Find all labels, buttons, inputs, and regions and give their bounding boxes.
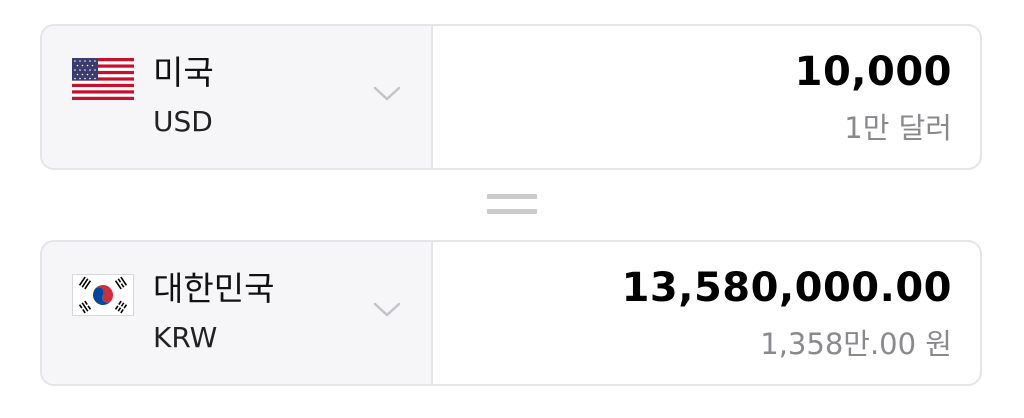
- target-currency-code: KRW: [153, 321, 218, 354]
- target-currency-selector[interactable]: 대한민국 KRW: [42, 242, 433, 384]
- equals-icon: [487, 194, 537, 214]
- source-currency-selector[interactable]: 미국 USD: [42, 26, 433, 168]
- source-amount-words: 1만 달러: [844, 111, 952, 145]
- source-country-name: 미국: [153, 53, 214, 92]
- target-amount-value: 13,580,000.00: [621, 265, 952, 311]
- target-country-name: 대한민국: [153, 269, 275, 308]
- kr-flag-icon: [72, 274, 134, 316]
- source-amount-value: 10,000: [794, 49, 952, 95]
- source-currency-code: USD: [153, 105, 213, 138]
- chevron-down-icon: [373, 302, 401, 317]
- target-amount-words: 1,358만.00 원: [760, 327, 952, 361]
- source-amount-field[interactable]: 10,000 1만 달러: [433, 26, 980, 168]
- chevron-down-icon: [373, 86, 401, 101]
- target-amount-field[interactable]: 13,580,000.00 1,358만.00 원: [433, 242, 980, 384]
- source-currency-row: 미국 USD 10,000 1만 달러: [40, 24, 982, 170]
- target-currency-row: 대한민국 KRW 13,580,000.00 1,358만.00 원: [40, 240, 982, 386]
- us-flag-icon: [72, 58, 134, 100]
